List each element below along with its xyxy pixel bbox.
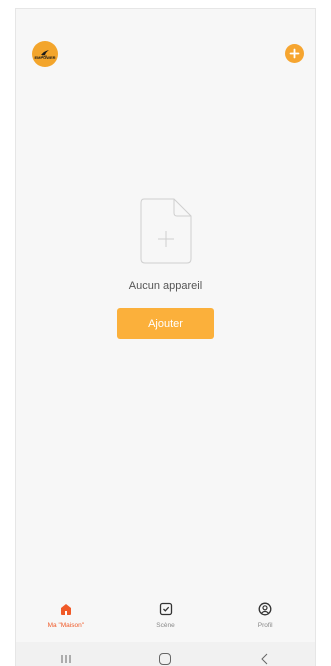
no-device-message: Aucun appareil — [128, 280, 203, 292]
add-device-button[interactable] — [285, 44, 304, 63]
home-icon — [58, 601, 74, 617]
profile-icon — [257, 601, 273, 617]
back-icon — [261, 653, 268, 664]
tab-home[interactable]: Ma "Maison" — [16, 597, 116, 642]
tab-profile[interactable]: Profil — [215, 597, 315, 642]
tab-home-label: Ma "Maison" — [47, 622, 85, 629]
plus-icon — [289, 48, 300, 59]
tab-scene-label: Scène — [156, 622, 175, 629]
system-nav-bar — [16, 642, 315, 666]
logo-text: EMPOWER — [34, 54, 56, 60]
recent-apps-icon — [61, 654, 71, 663]
home-nav-button[interactable] — [145, 647, 185, 666]
add-button[interactable]: Ajouter — [117, 308, 214, 339]
tab-scene[interactable]: Scène — [116, 597, 216, 642]
tab-profile-label: Profil — [257, 622, 273, 629]
back-button[interactable] — [245, 647, 285, 666]
home-button-icon — [159, 652, 172, 665]
bottom-tab-bar: Ma "Maison" Scène Profil — [16, 597, 315, 642]
recent-apps-button[interactable] — [46, 647, 86, 666]
empower-logo[interactable]: EMPOWER — [32, 41, 58, 67]
empty-document-icon — [140, 198, 191, 264]
app-screen: EMPOWER Aucun appareil Ajouter Ma "Maiso… — [15, 8, 316, 666]
empty-state: Aucun appareil Ajouter — [16, 198, 315, 339]
scene-checkbox-icon — [158, 601, 174, 617]
